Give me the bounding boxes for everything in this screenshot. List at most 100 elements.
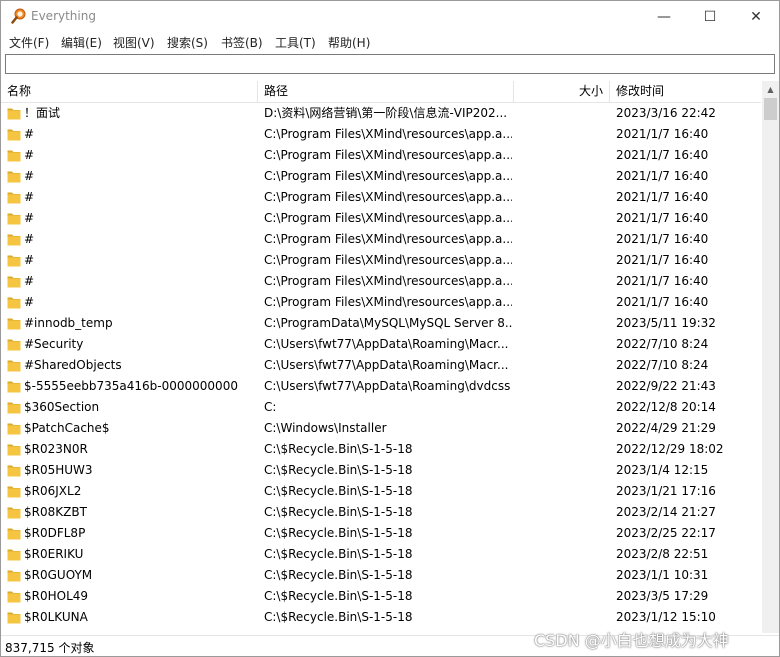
menu-view[interactable]: 视图(V) <box>113 34 155 51</box>
cell-name: # <box>24 274 35 288</box>
folder-icon <box>7 171 21 183</box>
search-input[interactable] <box>6 55 774 73</box>
cell-modified: 2023/2/8 22:51 <box>616 547 709 561</box>
column-header-name[interactable]: 名称 <box>1 81 258 102</box>
folder-icon <box>7 612 21 624</box>
cell-modified: 2022/7/10 8:24 <box>616 358 709 372</box>
window-title: Everything <box>31 9 96 23</box>
folder-icon <box>7 444 21 456</box>
cell-name: #Security <box>24 337 84 351</box>
column-header-size[interactable]: 大小 <box>514 81 610 102</box>
cell-path: C:\Program Files\XMind\resources\app.a..… <box>264 295 512 309</box>
table-row[interactable]: # C:\Program Files\XMind\resources\app.a.… <box>1 187 761 208</box>
table-row[interactable]: $R05HUW3 C:\$Recycle.Bin\S-1-5-18 2023/1/4… <box>1 460 761 481</box>
table-row[interactable]: #innodb_temp C:\ProgramData\MySQL\MySQL S… <box>1 313 761 334</box>
table-row[interactable]: $R0GUOYM C:\$Recycle.Bin\S-1-5-18 2023/1/1… <box>1 565 761 586</box>
table-row[interactable]: #SharedObjects C:\Users\fwt77\AppData\Roa… <box>1 355 761 376</box>
cell-modified: 2021/1/7 16:40 <box>616 211 709 225</box>
menu-search[interactable]: 搜索(S) <box>167 34 208 51</box>
cell-modified: 2022/12/8 20:14 <box>616 400 716 414</box>
table-row[interactable]: # C:\Program Files\XMind\resources\app.a.… <box>1 166 761 187</box>
folder-icon <box>7 276 21 288</box>
cell-name: $R023N0R <box>24 442 88 456</box>
table-row[interactable]: $R08KZBT C:\$Recycle.Bin\S-1-5-18 2023/2/1… <box>1 502 761 523</box>
cell-name: $R0HOL49 <box>24 589 89 603</box>
cell-name: #SharedObjects <box>24 358 122 372</box>
cell-path: C: <box>264 400 277 414</box>
cell-modified: 2023/1/12 15:10 <box>616 610 716 624</box>
cell-name: # <box>24 169 35 183</box>
cell-modified: 2022/7/10 8:24 <box>616 337 709 351</box>
cell-path: C:\$Recycle.Bin\S-1-5-18 <box>264 610 413 624</box>
cell-name: $R0DFL8P <box>24 526 86 540</box>
cell-modified: 2023/3/16 22:42 <box>616 106 716 120</box>
scroll-up-arrow-icon[interactable]: ▲ <box>762 81 779 98</box>
menu-bar: 文件(F) 编辑(E) 视图(V) 搜索(S) 书签(B) 工具(T) 帮助(H… <box>1 32 779 52</box>
cell-path: C:\Program Files\XMind\resources\app.a..… <box>264 127 512 141</box>
watermark-text: CSDN @小白也想成为大神 <box>534 631 729 650</box>
cell-modified: 2023/5/11 19:32 <box>616 316 716 330</box>
cell-path: C:\Users\fwt77\AppData\Roaming\Macr... <box>264 358 509 372</box>
table-row[interactable]: $PatchCache$ C:\Windows\Installer 2022/4/2… <box>1 418 761 439</box>
cell-name: $-5555eebb735a416b-0000000000 <box>24 379 238 393</box>
cell-path: C:\Program Files\XMind\resources\app.a..… <box>264 190 512 204</box>
cell-modified: 2021/1/7 16:40 <box>616 148 709 162</box>
cell-modified: 2022/9/22 21:43 <box>616 379 716 393</box>
cell-name: # <box>24 211 35 225</box>
cell-modified: 2023/1/1 10:31 <box>616 568 709 582</box>
table-row[interactable]: $360Section C: 2022/12/8 20:14 <box>1 397 761 418</box>
table-row[interactable]: # C:\Program Files\XMind\resources\app.a.… <box>1 124 761 145</box>
cell-path: C:\Users\fwt77\AppData\Roaming\Macr... <box>264 337 509 351</box>
column-header-modified[interactable]: 修改时间 <box>610 81 761 102</box>
cell-name: #innodb_temp <box>24 316 113 330</box>
table-row[interactable]: # C:\Program Files\XMind\resources\app.a.… <box>1 229 761 250</box>
folder-icon <box>7 570 21 582</box>
table-row[interactable]: $R0ERIKU C:\$Recycle.Bin\S-1-5-18 2023/2/8… <box>1 544 761 565</box>
table-row[interactable]: # C:\Program Files\XMind\resources\app.a.… <box>1 250 761 271</box>
table-row[interactable]: $R023N0R C:\$Recycle.Bin\S-1-5-18 2022/12/… <box>1 439 761 460</box>
cell-name: # <box>24 127 35 141</box>
table-row[interactable]: #Security C:\Users\fwt77\AppData\Roaming\… <box>1 334 761 355</box>
table-row[interactable]: # C:\Program Files\XMind\resources\app.a.… <box>1 292 761 313</box>
menu-tools[interactable]: 工具(T) <box>275 34 316 51</box>
cell-path: C:\Program Files\XMind\resources\app.a..… <box>264 148 512 162</box>
folder-icon <box>7 108 21 120</box>
folder-icon <box>7 318 21 330</box>
menu-help[interactable]: 帮助(H) <box>328 34 370 51</box>
cell-modified: 2023/1/4 12:15 <box>616 463 709 477</box>
table-row[interactable]: # C:\Program Files\XMind\resources\app.a.… <box>1 208 761 229</box>
menu-bookmarks[interactable]: 书签(B) <box>221 34 263 51</box>
folder-icon <box>7 423 21 435</box>
folder-icon <box>7 402 21 414</box>
vertical-scrollbar[interactable]: ▲ <box>762 81 779 633</box>
close-button[interactable]: ✕ <box>733 1 779 32</box>
table-row[interactable]: # C:\Program Files\XMind\resources\app.a.… <box>1 145 761 166</box>
cell-name: $R0LKUNA <box>24 610 88 624</box>
column-header-path[interactable]: 路径 <box>258 81 514 102</box>
menu-edit[interactable]: 编辑(E) <box>61 34 102 51</box>
menu-file[interactable]: 文件(F) <box>9 34 49 51</box>
table-row[interactable]: ！面试 D:\资料\网络营销\第一阶段\信息流-VIP202... 2023/3/1… <box>1 103 761 124</box>
cell-path: C:\Program Files\XMind\resources\app.a..… <box>264 274 512 288</box>
minimize-button[interactable]: — <box>641 1 687 32</box>
folder-icon <box>7 549 21 561</box>
folder-icon <box>7 192 21 204</box>
folder-icon <box>7 150 21 162</box>
table-row[interactable]: $R06JXL2 C:\$Recycle.Bin\S-1-5-18 2023/1/2… <box>1 481 761 502</box>
folder-icon <box>7 486 21 498</box>
cell-name: $R05HUW3 <box>24 463 93 477</box>
cell-path: C:\$Recycle.Bin\S-1-5-18 <box>264 589 413 603</box>
column-header: 名称 路径 大小 修改时间 <box>1 81 761 103</box>
table-row[interactable]: $R0HOL49 C:\$Recycle.Bin\S-1-5-18 2023/3/5… <box>1 586 761 607</box>
cell-path: C:\Windows\Installer <box>264 421 387 435</box>
cell-name: $360Section <box>24 400 100 414</box>
maximize-button[interactable]: ☐ <box>687 1 733 32</box>
cell-path: C:\Program Files\XMind\resources\app.a..… <box>264 211 512 225</box>
table-row[interactable]: $R0DFL8P C:\$Recycle.Bin\S-1-5-18 2023/2/2… <box>1 523 761 544</box>
table-row[interactable]: # C:\Program Files\XMind\resources\app.a.… <box>1 271 761 292</box>
scrollbar-thumb[interactable] <box>764 98 777 120</box>
table-row[interactable]: $-5555eebb735a416b-0000000000 C:\Users\fw… <box>1 376 761 397</box>
table-row[interactable]: $R0LKUNA C:\$Recycle.Bin\S-1-5-18 2023/1/1… <box>1 607 761 628</box>
cell-name: $R08KZBT <box>24 505 87 519</box>
folder-icon <box>7 465 21 477</box>
